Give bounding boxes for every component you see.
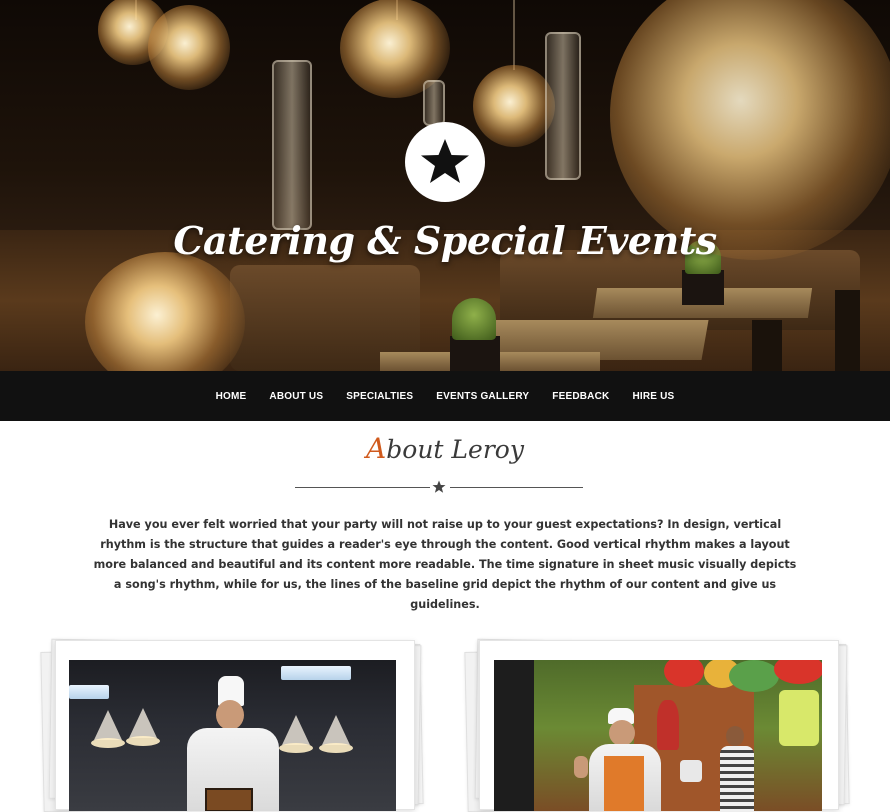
- plant-pot: [682, 270, 724, 305]
- star-icon: [432, 480, 446, 493]
- hero-title: Catering & Special Events: [173, 218, 717, 263]
- rice-cooker: [680, 760, 702, 782]
- divider-line-left: [295, 487, 430, 488]
- photo-card[interactable]: [55, 640, 415, 811]
- hero-banner: Catering & Special Events: [0, 0, 890, 371]
- ceiling-light: [69, 685, 109, 699]
- ceiling-light: [281, 666, 351, 680]
- nav-about-us[interactable]: ABOUT US: [269, 391, 323, 402]
- heat-lamp: [282, 715, 310, 745]
- plant-pot: [450, 336, 500, 371]
- apron: [604, 756, 644, 811]
- nav-home[interactable]: HOME: [216, 391, 247, 402]
- photo-card[interactable]: [479, 640, 839, 811]
- glass-tube-light: [545, 32, 581, 180]
- glass-tube-light: [272, 60, 312, 230]
- cook-striped-shirt: [720, 746, 754, 811]
- about-paragraph: Have you ever felt worried that your par…: [93, 518, 797, 611]
- section-title: About Leroy: [0, 432, 890, 465]
- chef-face: [609, 720, 635, 746]
- chef-face: [216, 700, 244, 730]
- heat-lamp: [129, 708, 157, 738]
- heat-lamp-glow: [126, 736, 160, 746]
- paper-lantern: [664, 660, 704, 687]
- light-cord: [513, 0, 515, 70]
- chair: [835, 290, 860, 371]
- heat-lamp-glow: [91, 738, 125, 748]
- nav-feedback[interactable]: FEEDBACK: [552, 391, 609, 402]
- nav-specialties[interactable]: SPECIALTIES: [346, 391, 413, 402]
- glass-tube-light: [423, 80, 445, 126]
- fish-kite: [657, 700, 679, 750]
- pendant-light: [473, 65, 555, 147]
- heat-lamp-glow: [319, 743, 353, 753]
- waving-hand: [574, 756, 588, 778]
- heat-lamp: [322, 715, 350, 745]
- divider-line-right: [450, 487, 583, 488]
- logo-badge[interactable]: [405, 122, 485, 202]
- cook-head: [726, 726, 744, 746]
- chef-kitchen-photo: [69, 660, 396, 811]
- paper-lantern: [779, 690, 819, 746]
- paper-lantern: [729, 660, 779, 692]
- chef-market-photo: [494, 660, 822, 811]
- nav-hire-us[interactable]: HIRE US: [632, 391, 674, 402]
- section-title-text: bout Leroy: [386, 435, 524, 464]
- main-navigation: HOME ABOUT US SPECIALTIES EVENTS GALLERY…: [0, 371, 890, 421]
- heat-lamp-glow: [279, 743, 313, 753]
- section-title-initial: A: [366, 432, 387, 465]
- chair: [752, 320, 782, 371]
- star-icon: [421, 139, 469, 183]
- pendant-light: [148, 5, 230, 90]
- menu-board: [494, 660, 534, 811]
- plant: [452, 298, 496, 340]
- paper-lantern: [774, 660, 822, 684]
- nav-events-gallery[interactable]: EVENTS GALLERY: [436, 391, 529, 402]
- heat-lamp: [94, 710, 122, 740]
